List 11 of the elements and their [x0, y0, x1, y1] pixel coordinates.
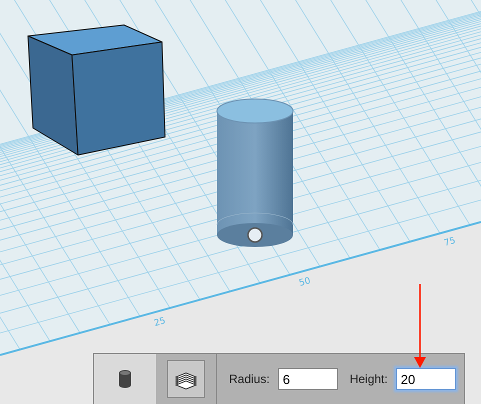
handle-icon[interactable]	[247, 227, 263, 243]
number-input-field[interactable]: 20	[396, 368, 456, 390]
number-input-field[interactable]: 6	[278, 368, 338, 390]
axis-label: 50	[298, 276, 312, 289]
field-label: Radius:	[229, 372, 270, 386]
cylinder-tool-button[interactable]	[94, 354, 156, 404]
cylinder-icon	[119, 370, 131, 388]
layers-tool-button[interactable]	[167, 360, 205, 398]
axis-label: 25	[153, 316, 167, 330]
field-label: Height:	[350, 372, 388, 386]
axis-label: 75	[443, 236, 457, 249]
